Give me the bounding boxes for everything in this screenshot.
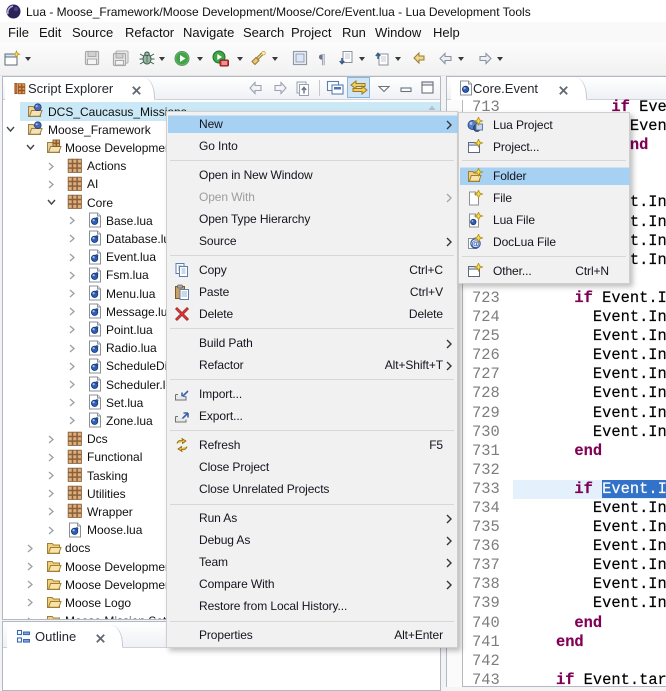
svg-text:¶: ¶ (319, 53, 326, 68)
